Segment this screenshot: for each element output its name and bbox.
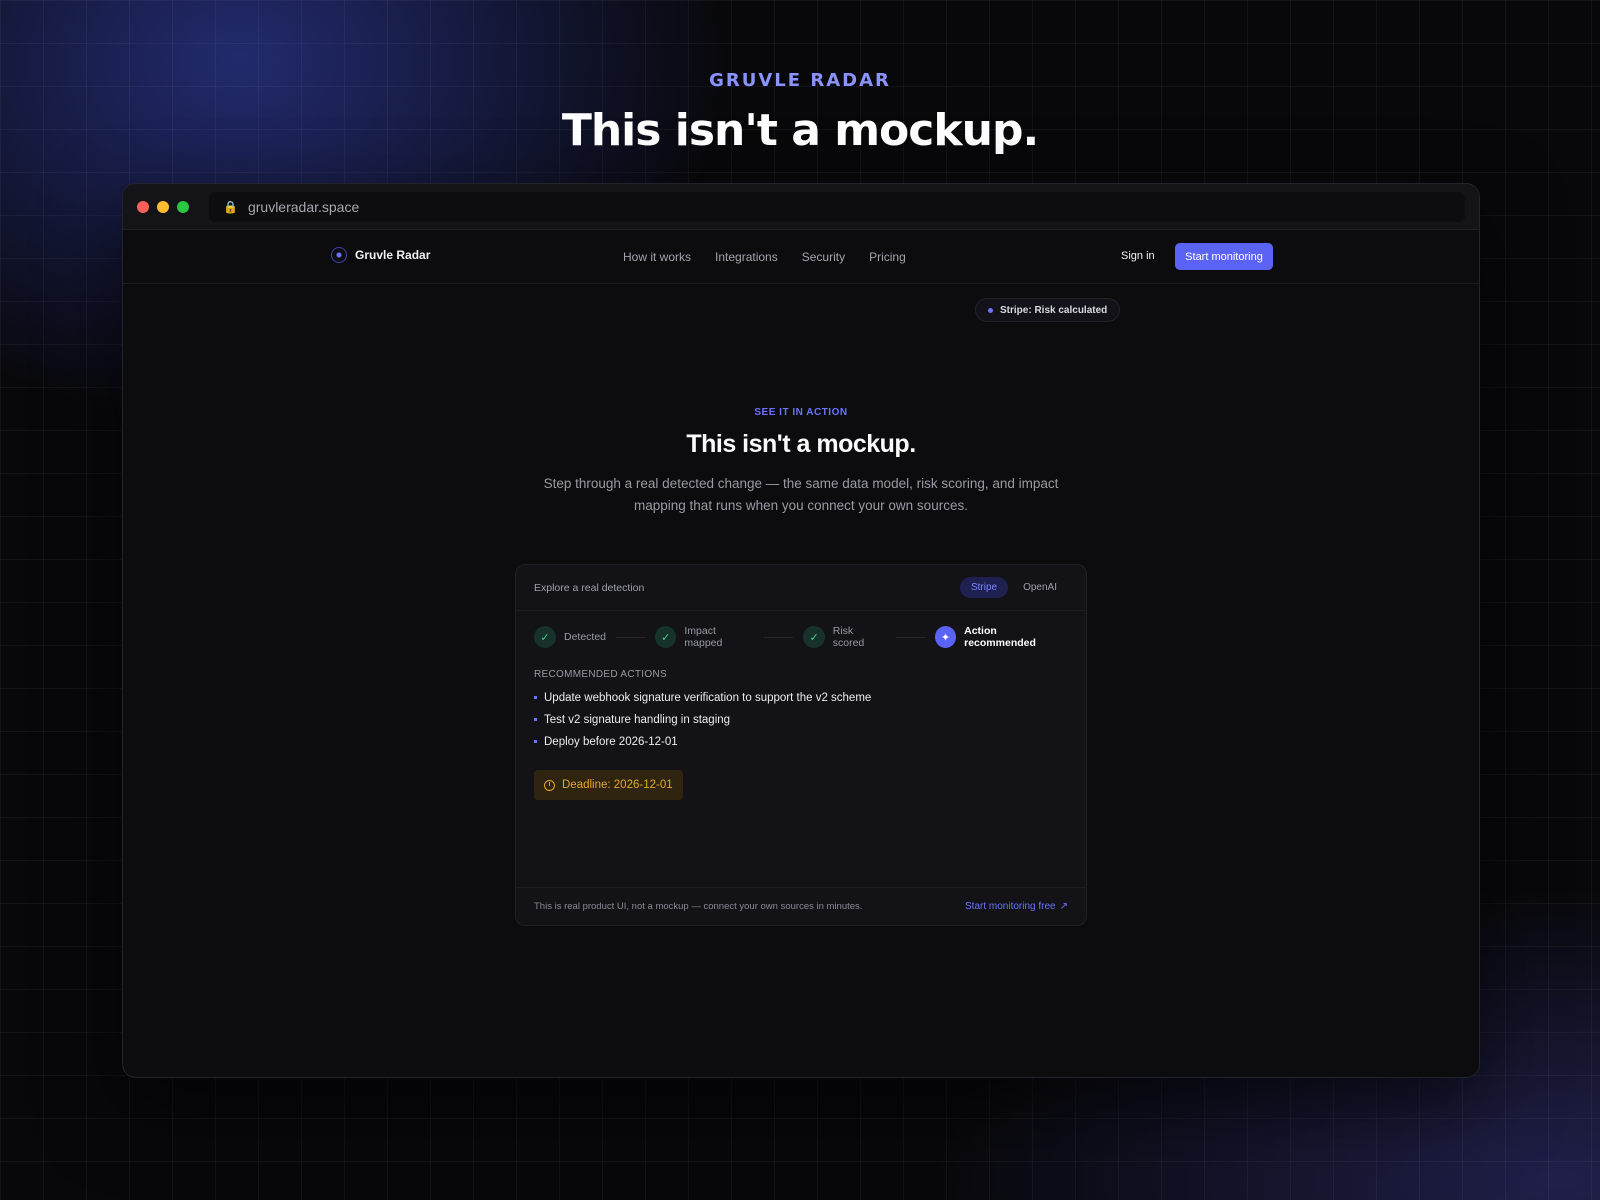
step-connector <box>764 636 794 638</box>
external-link-icon: ↗ <box>1059 901 1068 912</box>
status-dot-icon <box>988 307 993 313</box>
address-bar[interactable]: 🔒 gruvleradar.space <box>209 191 1465 222</box>
list-item: Update webhook signature verification to… <box>534 692 1068 704</box>
step-label: Detected <box>564 631 607 643</box>
detection-card: Explore a real detection Stripe OpenAI ✓… <box>515 564 1087 926</box>
step-label: Impact mapped <box>684 625 723 649</box>
bullet-icon <box>534 740 537 743</box>
list-item: Deploy before 2026-12-01 <box>534 736 1068 748</box>
action-text: Test v2 signature handling in staging <box>544 714 731 726</box>
action-text: Deploy before 2026-12-01 <box>544 736 678 748</box>
url-text: gruvleradar.space <box>247 198 360 215</box>
browser-window: 🔒 gruvleradar.space Gruvle Radar How it … <box>122 183 1480 1078</box>
sign-in-link[interactable]: Sign in <box>1121 250 1155 262</box>
step-risk-scored[interactable]: ✓ Risk scored <box>803 625 885 649</box>
step-detected[interactable]: ✓ Detected <box>534 626 606 648</box>
brand-name: Gruvle Radar <box>355 248 431 262</box>
close-window-button[interactable] <box>137 200 149 213</box>
sparkle-icon: ✦ <box>934 626 957 648</box>
step-impact-mapped[interactable]: ✓ Impact mapped <box>655 625 754 649</box>
radar-logo-icon <box>331 247 347 263</box>
tab-stripe[interactable]: Stripe <box>959 577 1009 598</box>
check-icon: ✓ <box>534 626 556 648</box>
hero-eyebrow: GRUVLE RADAR <box>709 70 891 91</box>
progress-steps: ✓ Detected ✓ Impact mapped ✓ Risk scored… <box>516 611 1086 663</box>
section-header: SEE IT IN ACTION This isn't a mockup. St… <box>123 407 1479 517</box>
lock-icon: 🔒 <box>223 199 238 214</box>
step-label: Risk scored <box>832 625 865 649</box>
brand-link[interactable]: Gruvle Radar <box>331 247 430 263</box>
step-connector <box>895 636 925 638</box>
list-item: Test v2 signature handling in staging <box>534 714 1068 726</box>
maximize-window-button[interactable] <box>177 200 189 213</box>
recommended-actions: RECOMMENDED ACTIONS Update webhook signa… <box>516 669 1086 800</box>
minimize-window-button[interactable] <box>157 200 169 213</box>
step-action-recommended[interactable]: ✦ Action recommended <box>934 625 1068 649</box>
bullet-icon <box>534 718 537 721</box>
nav-link-how-it-works[interactable]: How it works <box>623 250 691 264</box>
bullet-icon <box>534 696 537 699</box>
check-icon: ✓ <box>655 626 677 648</box>
deadline-text: Deadline: 2026-12-01 <box>562 779 673 791</box>
deadline-badge: Deadline: 2026-12-01 <box>534 770 683 800</box>
actions-title: RECOMMENDED ACTIONS <box>534 669 667 680</box>
card-label: Explore a real detection <box>534 581 645 594</box>
hero-header: GRUVLE RADAR This isn't a mockup. <box>0 70 1600 156</box>
tab-openai[interactable]: OpenAI <box>1012 577 1068 598</box>
toast-text: Stripe: Risk calculated <box>1000 304 1108 316</box>
nav-link-integrations[interactable]: Integrations <box>715 250 778 264</box>
start-monitoring-button[interactable]: Start monitoring <box>1175 243 1273 270</box>
section-title: This isn't a mockup. <box>686 430 916 458</box>
site-navbar: Gruvle Radar How it works Integrations S… <box>123 230 1479 284</box>
check-icon: ✓ <box>803 626 825 648</box>
nav-links: How it works Integrations Security Prici… <box>623 250 906 264</box>
status-toast: Stripe: Risk calculated <box>975 298 1121 322</box>
section-description: Step through a real detected change — th… <box>543 476 1059 513</box>
step-connector <box>616 636 646 638</box>
hero-headline: This isn't a mockup. <box>561 105 1039 156</box>
footer-text: This is real product UI, not a mockup — … <box>534 901 863 912</box>
step-label: Action recommended <box>964 625 1036 649</box>
footer-link-label: Start monitoring free <box>965 901 1056 912</box>
browser-titlebar: 🔒 gruvleradar.space <box>123 184 1479 230</box>
action-text: Update webhook signature verification to… <box>544 692 872 704</box>
card-header: Explore a real detection Stripe OpenAI <box>516 565 1086 611</box>
section-kicker: SEE IT IN ACTION <box>754 407 848 418</box>
start-monitoring-free-link[interactable]: Start monitoring free ↗ <box>965 901 1068 912</box>
card-footer: This is real product UI, not a mockup — … <box>516 887 1086 925</box>
nav-link-security[interactable]: Security <box>802 250 845 264</box>
clock-icon <box>544 779 555 791</box>
nav-link-pricing[interactable]: Pricing <box>869 250 906 264</box>
